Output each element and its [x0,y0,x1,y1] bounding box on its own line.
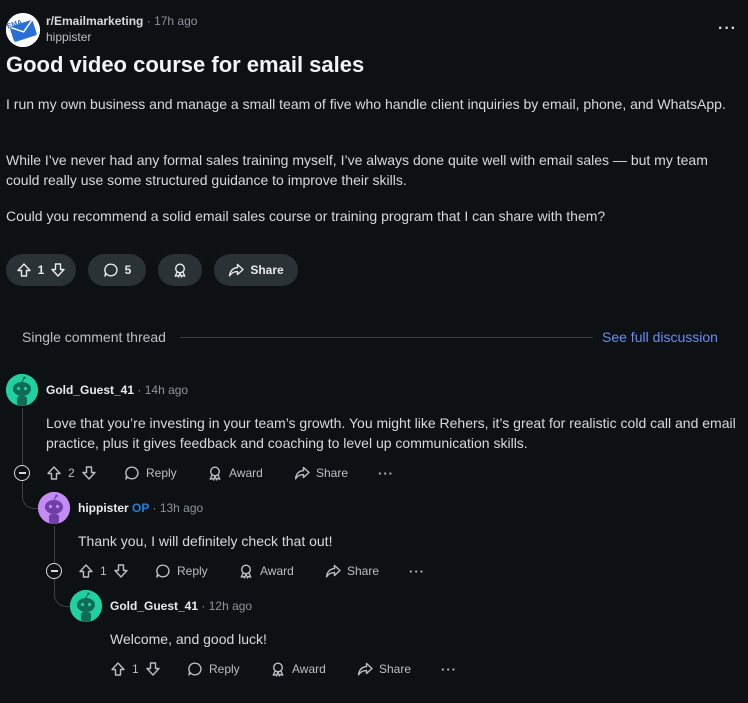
post-paragraph: While I’ve never had any formal sales tr… [6,152,708,188]
reply-button[interactable]: Reply [187,659,240,679]
comment-icon [124,465,140,481]
post-paragraph: Could you recommend a solid email sales … [6,208,606,224]
snoo-avatar-icon [70,590,102,622]
more-options-button[interactable]: ··· [409,561,425,581]
comment-time: 13h ago [159,501,204,515]
comment-author[interactable]: Gold_Guest_41 [110,599,198,613]
collapse-thread-button[interactable] [46,563,62,579]
comment-icon [187,661,203,677]
thread-connector [54,579,70,607]
meta-separator: · [201,599,209,613]
reply-button[interactable]: Reply [155,561,208,581]
share-icon [325,563,341,579]
share-button[interactable]: Share [294,463,348,483]
comment-time: 12h ago [208,599,253,613]
share-icon [294,465,310,481]
avatar[interactable] [38,492,70,524]
award-icon [238,563,254,579]
post-vote-count: 1 [37,263,45,277]
share-label: Share [316,466,349,480]
collapse-thread-button[interactable] [14,465,30,481]
post-author[interactable]: hippister [46,30,91,44]
post-share-button[interactable]: Share [214,254,298,286]
award-icon [172,262,188,278]
meta-separator: · [137,383,145,397]
share-button[interactable]: Share [357,659,411,679]
subreddit-name[interactable]: r/Emailmarketing [46,14,143,28]
award-label: Award [260,564,294,578]
post-time: 17h ago [154,14,198,28]
share-label: Share [379,662,412,676]
reply-label: Reply [146,466,177,480]
reply-label: Reply [177,564,208,578]
avatar[interactable] [70,590,102,622]
post-more-options-button[interactable]: ··· [718,20,740,40]
share-button[interactable]: Share [325,561,379,581]
comment-vote-group: 1 [78,561,129,581]
comment-author[interactable]: Gold_Guest_41 [46,383,134,397]
post-comment-count: 5 [124,263,132,277]
post-title: Good video course for email sales [6,52,365,77]
downvote-icon[interactable] [81,465,97,481]
comment-vote-count: 1 [132,662,139,676]
award-label: Award [229,466,263,480]
see-full-discussion-link[interactable]: See full discussion [602,329,718,345]
comment-vote-group: 1 [110,659,161,679]
post-vote-pill: 1 [6,254,76,286]
downvote-icon[interactable] [145,661,161,677]
comment-author[interactable]: hippister [78,501,129,515]
comment-text: Welcome, and good luck! [110,631,267,647]
more-options-button[interactable]: ··· [441,659,457,679]
reply-button[interactable]: Reply [124,463,177,483]
op-badge: OP [132,501,150,515]
award-button[interactable]: Award [238,561,294,581]
post-comments-button[interactable]: 5 [88,254,146,286]
post-paragraph: I run my own business and manage a small… [6,96,726,112]
comment-icon [103,262,119,278]
downvote-icon[interactable] [113,563,129,579]
reply-label: Reply [209,662,240,676]
subreddit-icon[interactable]: EMA [6,13,40,47]
thread-line [22,408,23,465]
meta-separator: · [152,501,160,515]
thread-line [54,526,55,564]
comment-meta: Gold_Guest_41 · 14h ago [46,383,188,397]
award-icon [207,465,223,481]
comment-vote-count: 1 [100,564,107,578]
avatar[interactable] [6,374,38,406]
snoo-avatar-icon [38,492,70,524]
comment-vote-group: 2 [46,463,97,483]
upvote-icon[interactable] [110,661,126,677]
thread-divider [180,337,593,338]
upvote-icon[interactable] [78,563,94,579]
thread-connector [22,481,38,509]
comment-icon [155,563,171,579]
share-icon [357,661,373,677]
comment-text: Love that you’re investing in your team’… [46,415,736,451]
comment-meta: Gold_Guest_41 · 12h ago [110,599,252,613]
snoo-avatar-icon [6,374,38,406]
award-label: Award [292,662,326,676]
thread-label: Single comment thread [22,329,166,345]
post-meta: r/Emailmarketing · 17h ago [46,14,197,28]
downvote-icon[interactable] [50,262,66,278]
post-share-label: Share [250,263,284,277]
award-button[interactable]: Award [270,659,326,679]
meta-separator: · [146,14,155,28]
comment-text: Thank you, I will definitely check that … [78,533,333,549]
post-award-button[interactable] [158,254,202,286]
award-button[interactable]: Award [207,463,263,483]
upvote-icon[interactable] [16,262,32,278]
comment-vote-count: 2 [68,466,75,480]
award-icon [270,661,286,677]
more-options-button[interactable]: ··· [378,463,394,483]
share-icon [228,262,245,278]
comment-time: 14h ago [144,383,189,397]
share-label: Share [347,564,380,578]
comment-meta: hippister OP · 13h ago [78,501,203,515]
upvote-icon[interactable] [46,465,62,481]
